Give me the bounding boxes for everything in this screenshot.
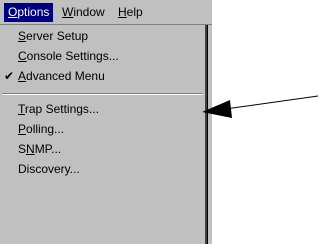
menu-item-label: SNMP... xyxy=(18,142,62,156)
menu-item-polling[interactable]: Polling... xyxy=(0,119,205,139)
menu-item-label: Polling... xyxy=(18,122,65,136)
options-dropdown: Server Setup Console Settings... ✔ Advan… xyxy=(0,25,207,244)
menu-item-console-settings[interactable]: Console Settings... xyxy=(0,46,205,66)
menu-item-label: Server Setup xyxy=(18,29,89,43)
menu-item-snmp[interactable]: SNMP... xyxy=(0,139,205,159)
checkmark-icon: ✔ xyxy=(4,69,15,83)
callout-arrow-icon xyxy=(202,95,319,118)
menu-item-label: Discovery... xyxy=(18,162,80,176)
menu-item-label: Console Settings... xyxy=(18,49,119,63)
menu-item-trap-settings[interactable]: Trap Settings... xyxy=(0,99,205,119)
menu-options[interactable]: Options xyxy=(4,3,54,22)
menu-item-advanced-menu[interactable]: ✔ Advanced Menu xyxy=(0,66,205,86)
menu-item-label: Trap Settings... xyxy=(18,102,99,116)
menu-item-label: Advanced Menu xyxy=(18,69,105,83)
menu-help[interactable]: Help xyxy=(114,3,147,22)
menu-bar: Options Window Help xyxy=(0,0,212,25)
menu-separator xyxy=(2,93,203,95)
menu-item-discovery[interactable]: Discovery... xyxy=(0,159,205,179)
menu-window[interactable]: Window xyxy=(58,3,109,22)
menu-item-server-setup[interactable]: Server Setup xyxy=(0,26,205,46)
window-edge xyxy=(207,25,212,244)
